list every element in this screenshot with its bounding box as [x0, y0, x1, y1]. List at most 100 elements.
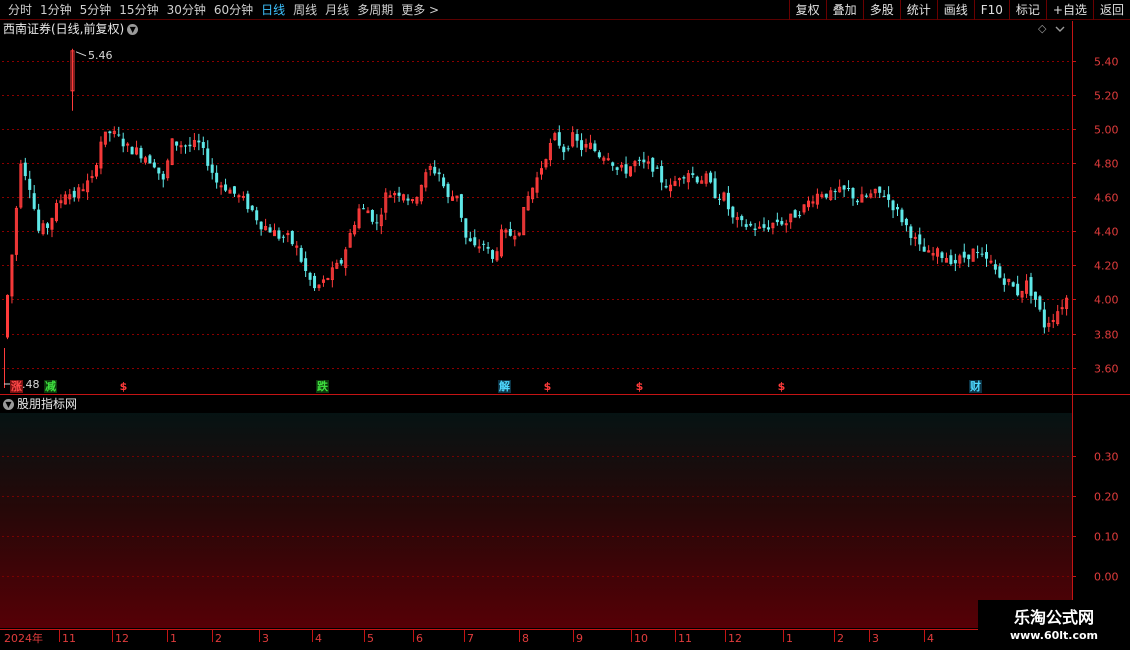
date-tick-label: 4 — [315, 632, 322, 645]
indicator-area — [0, 413, 1072, 628]
candle-body — [486, 246, 490, 249]
candle-body — [1002, 278, 1006, 285]
candle-body — [250, 205, 254, 211]
collapse-icon[interactable] — [1054, 23, 1066, 35]
candle-body — [726, 192, 730, 210]
event-marker-7[interactable]: $ — [775, 380, 788, 393]
price-tick-label: 5.20 — [1094, 90, 1119, 103]
indicator-tick-label: 0.30 — [1094, 451, 1119, 464]
candle-body — [713, 178, 717, 199]
event-marker-6[interactable]: $ — [633, 380, 646, 393]
candle-body — [766, 227, 770, 230]
high-price-label: 5.46 — [88, 49, 113, 62]
candle-body — [473, 237, 477, 246]
price-tick-label: 4.20 — [1094, 260, 1119, 273]
event-marker-2[interactable]: $ — [117, 380, 130, 393]
candle-body — [985, 252, 988, 259]
candle-body — [210, 164, 214, 173]
candle-body — [362, 208, 365, 210]
candle-body — [1051, 319, 1055, 322]
candle-body — [1016, 283, 1020, 296]
candle-body — [842, 185, 846, 190]
candle-body — [980, 253, 984, 255]
candle-body — [241, 196, 245, 199]
candle-body — [709, 172, 713, 183]
candle-body — [219, 185, 223, 188]
candle-body — [464, 218, 468, 238]
candle-body — [691, 173, 695, 175]
candle-body — [682, 177, 686, 179]
chevron-down-icon[interactable]: ▼ — [127, 24, 139, 35]
candle-body — [864, 195, 868, 197]
candle-body — [967, 254, 971, 260]
candle-body — [286, 233, 290, 236]
candle-body — [304, 258, 308, 271]
candle-body — [651, 157, 655, 172]
candle-body — [108, 131, 112, 134]
candle-body — [575, 134, 579, 141]
event-marker-5[interactable]: $ — [541, 380, 554, 393]
candle-body — [989, 260, 993, 263]
candle-body — [299, 247, 303, 262]
date-tick-label: 1 — [786, 632, 793, 645]
candle-body — [847, 187, 851, 189]
price-tick-label: 3.60 — [1094, 363, 1119, 376]
candle-body — [949, 255, 953, 265]
watermark-line1: 乐淘公式网 — [1013, 608, 1094, 627]
date-tick-label: 12 — [728, 632, 742, 645]
candle-body — [1029, 277, 1033, 296]
candle-body — [913, 236, 917, 239]
candle-body — [81, 189, 85, 192]
candle-body — [281, 236, 285, 238]
candle-body — [370, 210, 374, 222]
candle-body — [695, 176, 699, 183]
candle-body — [90, 176, 94, 179]
price-tick-label: 5.00 — [1094, 124, 1119, 137]
date-tick-label: 4 — [927, 632, 934, 645]
event-marker-8[interactable]: 财 — [969, 380, 982, 393]
candle-body — [998, 266, 1002, 278]
price-tick-label: 4.60 — [1094, 192, 1119, 205]
candle-body — [148, 155, 152, 164]
candle-body — [615, 167, 619, 170]
candle-body — [758, 226, 762, 229]
candle-body — [798, 215, 802, 217]
candle-body — [1011, 282, 1015, 287]
event-marker-1[interactable]: 减 — [44, 380, 57, 393]
candle-body — [197, 140, 201, 143]
candle-body — [1042, 309, 1046, 328]
candle-body — [175, 141, 179, 146]
candle-body — [491, 250, 495, 259]
candle-body — [580, 140, 584, 150]
candle-body — [433, 166, 437, 174]
date-tick-label: 5 — [367, 632, 374, 645]
candle-body — [718, 198, 721, 200]
date-tick-label: 7 — [467, 632, 474, 645]
candle-body — [375, 222, 379, 224]
candle-body — [918, 234, 922, 245]
candle-body — [891, 200, 895, 211]
kline-chart[interactable]: 5.40 5.20 5.00 4.80 4.60 4.40 4.20 4.00 3.80 3.60… — [0, 0, 1130, 650]
watermark-line2: www.60lt.com — [1009, 629, 1099, 642]
candle-body — [762, 224, 766, 228]
price-tick-label: 4.40 — [1094, 226, 1119, 239]
event-marker-0[interactable]: 涨 — [10, 380, 23, 393]
candle-body — [940, 252, 944, 259]
candle-body — [606, 158, 610, 161]
candle-body — [201, 142, 205, 148]
candle-body — [508, 229, 512, 236]
chevron-down-icon[interactable]: ▼ — [3, 399, 14, 410]
candle-body — [744, 224, 748, 227]
candle-body — [976, 251, 980, 253]
candle-body — [611, 162, 615, 166]
candle-body — [597, 152, 601, 158]
candle-body — [775, 219, 779, 223]
candle-body — [477, 246, 481, 249]
indicator-title-text: 股朋指标网 — [17, 397, 78, 411]
candle-body — [232, 186, 236, 194]
event-marker-3[interactable]: 跌 — [316, 380, 329, 393]
candle-body — [851, 188, 855, 199]
diamond-icon[interactable]: ◇ — [1038, 23, 1050, 35]
event-marker-4[interactable]: 解 — [498, 380, 511, 393]
candle-body — [117, 134, 121, 136]
